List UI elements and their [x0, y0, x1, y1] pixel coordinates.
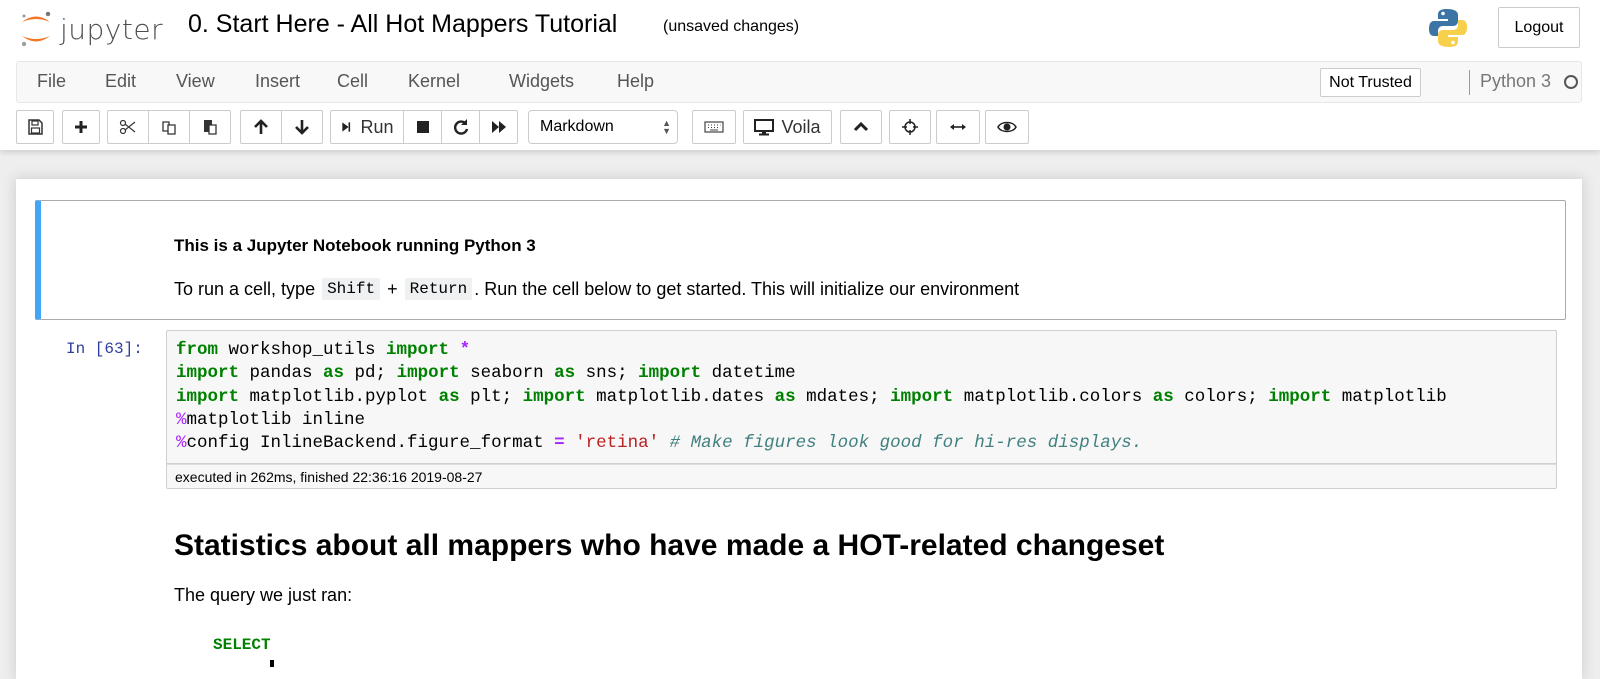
kernel-name[interactable]: Python 3: [1480, 71, 1551, 92]
toolbar-move-group: [240, 110, 323, 144]
collapse-button[interactable]: [840, 110, 882, 144]
header-row: jupyter 0. Start Here - All Hot Mappers …: [0, 0, 1600, 58]
toolbar-save-group: [16, 110, 54, 144]
arrow-down-icon: [295, 120, 309, 135]
intro-text-before: To run a cell, type: [174, 278, 321, 299]
run-button[interactable]: Run: [330, 110, 404, 144]
input-prompt: In [63]:: [66, 340, 143, 358]
copy-button[interactable]: [148, 110, 190, 144]
menu-insert[interactable]: Insert: [255, 71, 300, 92]
step-forward-icon: [342, 122, 351, 132]
sql-next-line-fragment: [270, 660, 274, 667]
run-label: Run: [360, 116, 394, 137]
jupyter-logo[interactable]: jupyter: [18, 7, 168, 51]
jupyter-logo-icon: [21, 11, 51, 47]
menu-file[interactable]: File: [37, 71, 66, 92]
menu-widgets[interactable]: Widgets: [509, 71, 574, 92]
toolbar-run-group: Run: [330, 110, 518, 144]
menu-view[interactable]: View: [176, 71, 215, 92]
paste-icon: [204, 120, 217, 135]
stats-heading: Statistics about all mappers who have ma…: [174, 529, 1165, 562]
intro-text-after: . Run the cell below to get started. Thi…: [474, 278, 1020, 299]
toolbar-extra-group-3: [936, 110, 980, 144]
eye-icon: [997, 121, 1017, 133]
crosshairs-icon: [902, 119, 918, 135]
toolbar-extra-group-2: [889, 110, 931, 144]
shift-key-label: Shift: [322, 278, 381, 300]
logout-button[interactable]: Logout: [1498, 7, 1580, 48]
execution-time: executed in 262ms, finished 22:36:16 201…: [166, 464, 1557, 489]
cell-type-select[interactable]: Markdown ▲ ▼: [528, 110, 678, 144]
keyboard-icon: [704, 121, 724, 133]
toolbar-keyboard-group: [692, 110, 736, 144]
plus-sign: +: [382, 278, 403, 299]
menubar: File Edit View Insert Cell Kernel Widget…: [16, 61, 1582, 103]
paste-button[interactable]: [189, 110, 231, 144]
toolbar-extra-group-1: [840, 110, 882, 144]
chevron-up-icon: [853, 121, 869, 132]
code-line: from workshop_utils import *: [176, 340, 471, 360]
voila-button[interactable]: Voila: [743, 110, 832, 144]
logo-text: jupyter: [60, 12, 164, 46]
toolbar-voila-group: Voila: [743, 110, 832, 144]
toggle-visibility-button[interactable]: [985, 110, 1029, 144]
plus-icon: [75, 121, 87, 133]
run-all-button[interactable]: [479, 110, 518, 144]
keyboard-shortcuts-button[interactable]: [692, 110, 736, 144]
cut-button[interactable]: [107, 110, 149, 144]
restart-button[interactable]: [441, 110, 480, 144]
interrupt-button[interactable]: [403, 110, 442, 144]
code-editor[interactable]: from workshop_utils import * import panda…: [166, 330, 1557, 464]
restart-icon: [453, 119, 468, 135]
arrows-h-icon: [950, 124, 966, 130]
voila-label: Voila: [781, 116, 821, 137]
desktop-icon: [754, 119, 775, 136]
toolbar-extra-group-4: [985, 110, 1029, 144]
intro-heading: This is a Jupyter Notebook running Pytho…: [174, 236, 536, 255]
toolbar-edit-group: [107, 110, 231, 144]
kernel-idle-indicator-icon: [1564, 75, 1578, 89]
insert-cell-button[interactable]: [62, 110, 100, 144]
stop-icon: [416, 121, 429, 133]
sql-select-keyword: SELECT: [213, 636, 271, 654]
stats-paragraph: The query we just ran:: [174, 585, 353, 605]
intro-paragraph: To run a cell, type Shift + Return. Run …: [174, 278, 1019, 300]
menu-edit[interactable]: Edit: [105, 71, 136, 92]
markdown-cell-selected[interactable]: [35, 200, 1566, 320]
code-line: import matplotlib.pyplot as plt; import …: [176, 386, 1447, 407]
return-key-label: Return: [404, 278, 473, 300]
not-trusted-button[interactable]: Not Trusted: [1320, 68, 1421, 97]
save-button[interactable]: [16, 110, 54, 144]
toggle-width-button[interactable]: [936, 110, 980, 144]
kernel-separator: [1469, 70, 1470, 95]
copy-icon: [162, 121, 176, 135]
menu-help[interactable]: Help: [617, 71, 654, 92]
code-line: import pandas as pd; import seaborn as s…: [176, 363, 796, 384]
move-up-button[interactable]: [240, 110, 282, 144]
arrow-up-icon: [254, 119, 268, 134]
move-down-button[interactable]: [281, 110, 323, 144]
notebook-title[interactable]: 0. Start Here - All Hot Mappers Tutorial: [188, 10, 617, 39]
save-icon: [28, 119, 43, 135]
toolbar-insert-group: [62, 110, 100, 144]
cut-icon: [119, 119, 136, 135]
code-line: %config InlineBackend.figure_format = 'r…: [176, 433, 1143, 454]
locate-cell-button[interactable]: [889, 110, 931, 144]
menu-cell[interactable]: Cell: [337, 71, 368, 92]
save-status: (unsaved changes): [663, 18, 800, 35]
code-line: %matplotlib inline: [176, 409, 366, 430]
menu-kernel[interactable]: Kernel: [408, 71, 460, 92]
cell-type-value: Markdown: [540, 118, 614, 135]
fast-forward-icon: [491, 121, 506, 133]
python-logo-icon: [1429, 9, 1467, 47]
header: jupyter 0. Start Here - All Hot Mappers …: [0, 0, 1600, 150]
select-arrows-icon: ▲ ▼: [662, 118, 671, 136]
